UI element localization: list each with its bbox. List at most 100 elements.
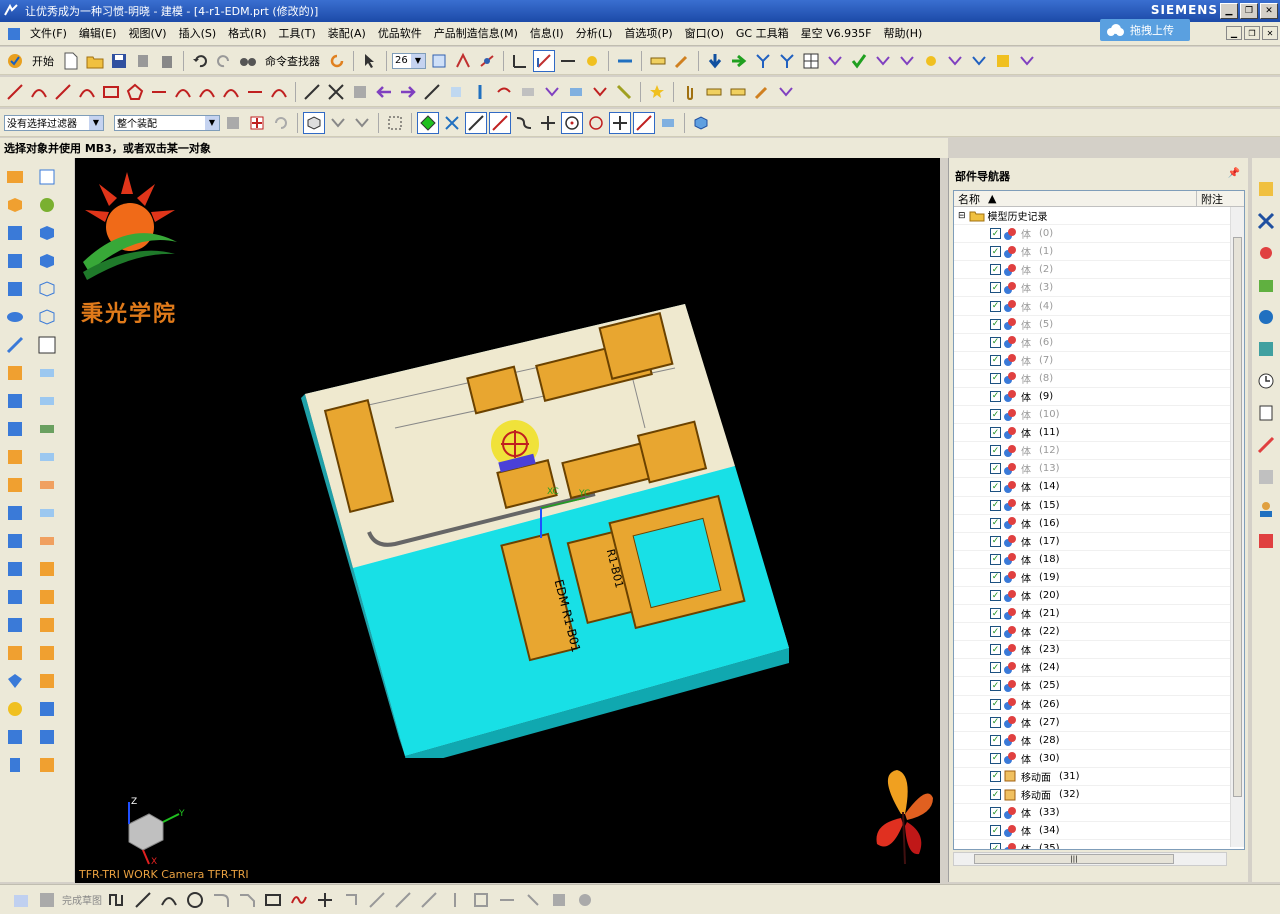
tree-row[interactable]: ✓ 体 (33) <box>954 804 1244 823</box>
visibility-checkbox[interactable]: ✓ <box>990 644 1001 656</box>
curve-tool-3-icon[interactable] <box>196 81 218 103</box>
tree-row[interactable]: ✓ 体 (6) <box>954 334 1244 352</box>
open-folder-icon[interactable] <box>84 50 106 72</box>
derived-curve-9-icon[interactable] <box>541 81 563 103</box>
mold-icon-3[interactable] <box>824 50 846 72</box>
paste-icon[interactable] <box>156 50 178 72</box>
sketch-circle-icon[interactable] <box>184 889 206 911</box>
sync-7-icon[interactable] <box>36 726 58 748</box>
tool-2-icon[interactable] <box>4 250 26 272</box>
surface-6-icon[interactable] <box>36 502 58 524</box>
cut-icon[interactable] <box>132 50 154 72</box>
sketch-relations-icon[interactable] <box>548 889 570 911</box>
tool-18-icon[interactable] <box>4 698 26 720</box>
tree-row[interactable]: ✓ 体 (5) <box>954 316 1244 334</box>
dropdown-arrow-icon[interactable]: ▼ <box>411 53 425 68</box>
roles-tab-icon[interactable] <box>1255 498 1277 520</box>
arrow-right-icon[interactable] <box>728 50 750 72</box>
sketch-fillet-icon[interactable] <box>210 889 232 911</box>
visibility-checkbox[interactable]: ✓ <box>990 264 1001 276</box>
tool-6-icon[interactable] <box>4 362 26 384</box>
cloud-upload-button[interactable]: 拖拽上传 <box>1100 19 1190 41</box>
sync-4-icon[interactable] <box>36 642 58 664</box>
menu-pmi[interactable]: 产品制造信息(M) <box>428 22 524 46</box>
visibility-checkbox[interactable]: ✓ <box>990 354 1001 366</box>
dropdown-arrow-icon[interactable]: ▼ <box>89 115 103 130</box>
navigator-vertical-scrollbar[interactable] <box>1230 207 1244 847</box>
sketch-auto-constrain-icon[interactable] <box>522 889 544 911</box>
select-face-icon[interactable] <box>351 112 373 134</box>
constraint-navigator-tab-icon[interactable] <box>1255 210 1277 232</box>
tree-row[interactable]: ✓ 移动面 (31) <box>954 768 1244 786</box>
tree-row[interactable]: ✓ 体 (30) <box>954 750 1244 768</box>
tool-7-icon[interactable] <box>4 390 26 412</box>
sync-2-icon[interactable] <box>36 586 58 608</box>
visibility-checkbox[interactable]: ✓ <box>990 553 1001 565</box>
tool-12-icon[interactable] <box>4 530 26 552</box>
visibility-checkbox[interactable]: ✓ <box>990 372 1001 384</box>
derived-curve-10-icon[interactable] <box>565 81 587 103</box>
visibility-checkbox[interactable]: ✓ <box>990 499 1001 511</box>
tree-row[interactable]: ✓ 体 (0) <box>954 225 1244 244</box>
save-icon[interactable] <box>108 50 130 72</box>
color-swatch-icon[interactable] <box>36 334 58 356</box>
profile-icon[interactable] <box>106 889 128 911</box>
visibility-checkbox[interactable]: ✓ <box>990 481 1001 493</box>
visibility-checkbox[interactable]: ✓ <box>990 698 1001 710</box>
tool-9-icon[interactable] <box>4 446 26 468</box>
tree-root-history[interactable]: ⊟ 模型历史记录 <box>954 207 1244 226</box>
visibility-checkbox[interactable]: ✓ <box>990 590 1001 602</box>
visibility-checkbox[interactable]: ✓ <box>990 390 1001 402</box>
tree-row[interactable]: ✓ 体 (2) <box>954 261 1244 280</box>
start-button[interactable]: 开始 <box>28 53 58 69</box>
visibility-checkbox[interactable]: ✓ <box>990 427 1001 439</box>
visibility-checkbox[interactable]: ✓ <box>990 517 1001 529</box>
sync-5-icon[interactable] <box>36 670 58 692</box>
tool-4-icon[interactable] <box>4 306 26 328</box>
snap-curve-icon[interactable] <box>513 112 535 134</box>
wire-block-icon[interactable] <box>36 278 58 300</box>
wire-block-2-icon[interactable] <box>36 306 58 328</box>
visibility-checkbox[interactable]: ✓ <box>990 843 1001 849</box>
undo-icon[interactable] <box>189 50 211 72</box>
tool-15-icon[interactable] <box>4 614 26 636</box>
visibility-checkbox[interactable]: ✓ <box>990 571 1001 583</box>
snap-point-icon[interactable] <box>246 112 268 134</box>
grid-icon[interactable] <box>800 50 822 72</box>
history-tab-icon[interactable] <box>1255 338 1277 360</box>
tree-row[interactable]: ✓ 体 (3) <box>954 279 1244 298</box>
snap-end-icon[interactable] <box>417 111 439 134</box>
visibility-checkbox[interactable]: ✓ <box>990 535 1001 547</box>
finish-sketch-icon[interactable] <box>36 889 58 911</box>
snap-slash-icon[interactable] <box>633 111 655 134</box>
system-materials-tab-icon[interactable] <box>1255 402 1277 424</box>
coord-icon[interactable] <box>509 50 531 72</box>
menu-format[interactable]: 格式(R) <box>222 22 272 46</box>
surface-3-icon[interactable] <box>36 418 58 440</box>
sync-6-icon[interactable] <box>36 698 58 720</box>
orient-icon[interactable] <box>533 49 555 72</box>
tool-3-icon[interactable] <box>4 278 26 300</box>
tree-row[interactable]: ✓ 体 (24) <box>954 659 1244 678</box>
graphics-window[interactable]: 秉光学院 EDM R1-B01 R1-B01 XC YC Z Y X TFR-T… <box>75 158 940 883</box>
arc-icon[interactable] <box>28 81 50 103</box>
visibility-checkbox[interactable]: ✓ <box>990 463 1001 475</box>
part-nav-icon[interactable] <box>4 194 26 216</box>
mold-icon-6[interactable] <box>920 50 942 72</box>
vscroll-thumb[interactable] <box>1233 237 1242 797</box>
maximize-button[interactable]: ❐ <box>1240 3 1258 19</box>
tool-17-icon[interactable] <box>4 670 26 692</box>
arrow-right-2-icon[interactable] <box>397 81 419 103</box>
sync-1-icon[interactable] <box>36 558 58 580</box>
derived-curve-1-icon[interactable] <box>301 81 323 103</box>
menu-tools[interactable]: 工具(T) <box>272 22 321 46</box>
process-studio-tab-icon[interactable] <box>1255 434 1277 456</box>
tool-13-icon[interactable] <box>4 558 26 580</box>
tree-row[interactable]: ✓ 体 (1) <box>954 243 1244 262</box>
assembly-navigator-tab-icon[interactable] <box>1255 178 1277 200</box>
surface-2-icon[interactable] <box>36 390 58 412</box>
clip-icon[interactable] <box>679 81 701 103</box>
menu-window[interactable]: 窗口(O) <box>679 22 730 46</box>
manufacturing-wizard-tab-icon[interactable] <box>1255 466 1277 488</box>
derived-curve-6-icon[interactable] <box>469 81 491 103</box>
